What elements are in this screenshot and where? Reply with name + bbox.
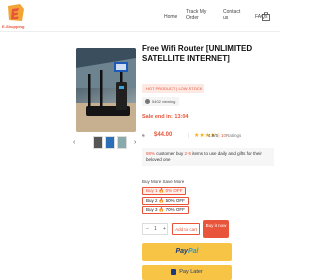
bundle-option-buy-1[interactable]: Buy 1 🔥 0% OFF [142,187,187,195]
quantity-decrease-button[interactable]: − [146,226,149,232]
thumbnail[interactable] [93,136,103,149]
bundle-option-buy-2[interactable]: Buy 2 🔥 50% OFF [142,197,189,205]
site-header: E-Shopping Home Track My Order Contact u… [0,0,280,32]
badge-label: HOT PRODUCT | LOW STOCK [146,86,203,91]
bundle-option-buy-3[interactable]: Buy 3 🔥 70% OFF [142,206,189,214]
sale-timer: 13:04 [174,114,189,120]
shopping-bag-icon[interactable] [262,12,270,21]
paypal-icon [171,268,177,275]
paypal-button[interactable]: PayPal [142,243,232,261]
old-price: $ [142,133,145,138]
paypal-pay-later-button[interactable]: Pay Later [142,265,232,280]
add-to-cart-button[interactable]: Add to cart [172,223,200,235]
divider: | [218,133,220,138]
ratings-count[interactable]: 10Ratings [221,133,241,138]
thumbnail[interactable] [105,136,115,149]
current-price: $44.00 [154,132,173,138]
chevron-right-icon[interactable]: › [134,139,136,146]
quantity-value[interactable]: 1 [154,226,157,232]
promo-percent: 98% [146,151,156,156]
buy-now-button[interactable]: Buy it now [203,220,229,238]
product-title: Free Wifi Router [UNLIMITED SATELLITE IN… [142,44,253,63]
nav-home[interactable]: Home [164,14,177,20]
eye-icon [145,99,150,104]
rating-value: 4.9/5 [208,133,219,138]
thumbnail-strip: ‹ › [73,136,139,151]
viewers-badge: 5402 viewing [142,97,180,106]
quantity-stepper: − 1 + [142,223,168,235]
sale-countdown: Sale end in: 13:04 [142,114,189,120]
bundle-title: Buy More Save More [142,179,185,184]
promo-note: 98% customer buy 2-5 items to use daily … [142,148,274,166]
divider: | [188,133,190,138]
product-main-image[interactable] [76,48,136,132]
router-image [76,48,136,132]
nav-contact[interactable]: Contact us [223,9,243,21]
viewers-count: 5402 viewing [152,99,176,104]
price-row: $ $44.00 | ★★★★☆ 4.9/5 | 10Ratings [142,131,274,141]
store-logo-icon[interactable] [6,3,26,23]
quantity-increase-button[interactable]: + [163,226,166,232]
nav-track-order[interactable]: Track My Order [186,9,208,21]
sale-label: Sale end in [142,114,172,120]
chevron-left-icon[interactable]: ‹ [73,139,75,146]
hot-product-badge: HOT PRODUCT | LOW STOCK [142,84,204,93]
logo-text: E-Shopping [2,24,25,29]
thumbnail[interactable] [117,136,127,149]
